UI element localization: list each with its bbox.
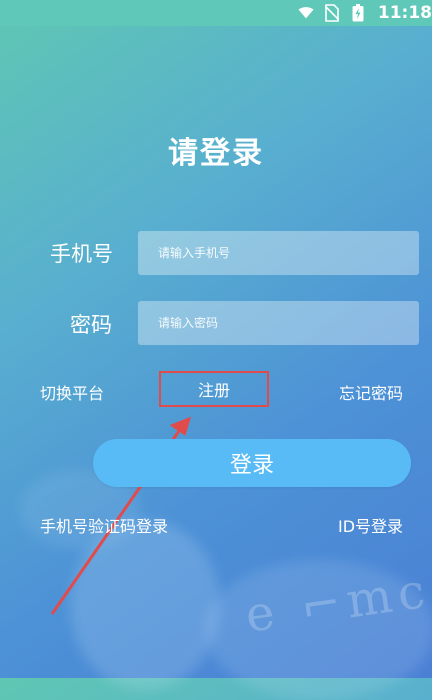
register-label: 注册 <box>197 381 230 400</box>
id-login-link[interactable]: ID号登录 <box>338 513 403 537</box>
login-button[interactable]: 登录 <box>93 439 411 487</box>
password-input[interactable] <box>138 301 419 345</box>
status-icons: 11:18 <box>298 0 432 26</box>
battery-icon <box>350 4 366 22</box>
no-sim-icon <box>324 4 340 22</box>
sms-login-link[interactable]: 手机号验证码登录 <box>40 513 168 537</box>
status-bar: 11:18 <box>0 0 432 26</box>
status-time: 11:18 <box>377 3 432 23</box>
phone-label: 手机号 <box>50 242 113 266</box>
register-link[interactable]: 注册 <box>159 371 269 407</box>
page-title: 请登录 <box>168 136 264 171</box>
forgot-password-link[interactable]: 忘记密码 <box>339 380 403 404</box>
phone-input[interactable] <box>138 231 419 275</box>
wifi-icon <box>298 4 314 22</box>
switch-platform-link[interactable]: 切换平台 <box>40 380 104 404</box>
password-label: 密码 <box>70 313 112 337</box>
